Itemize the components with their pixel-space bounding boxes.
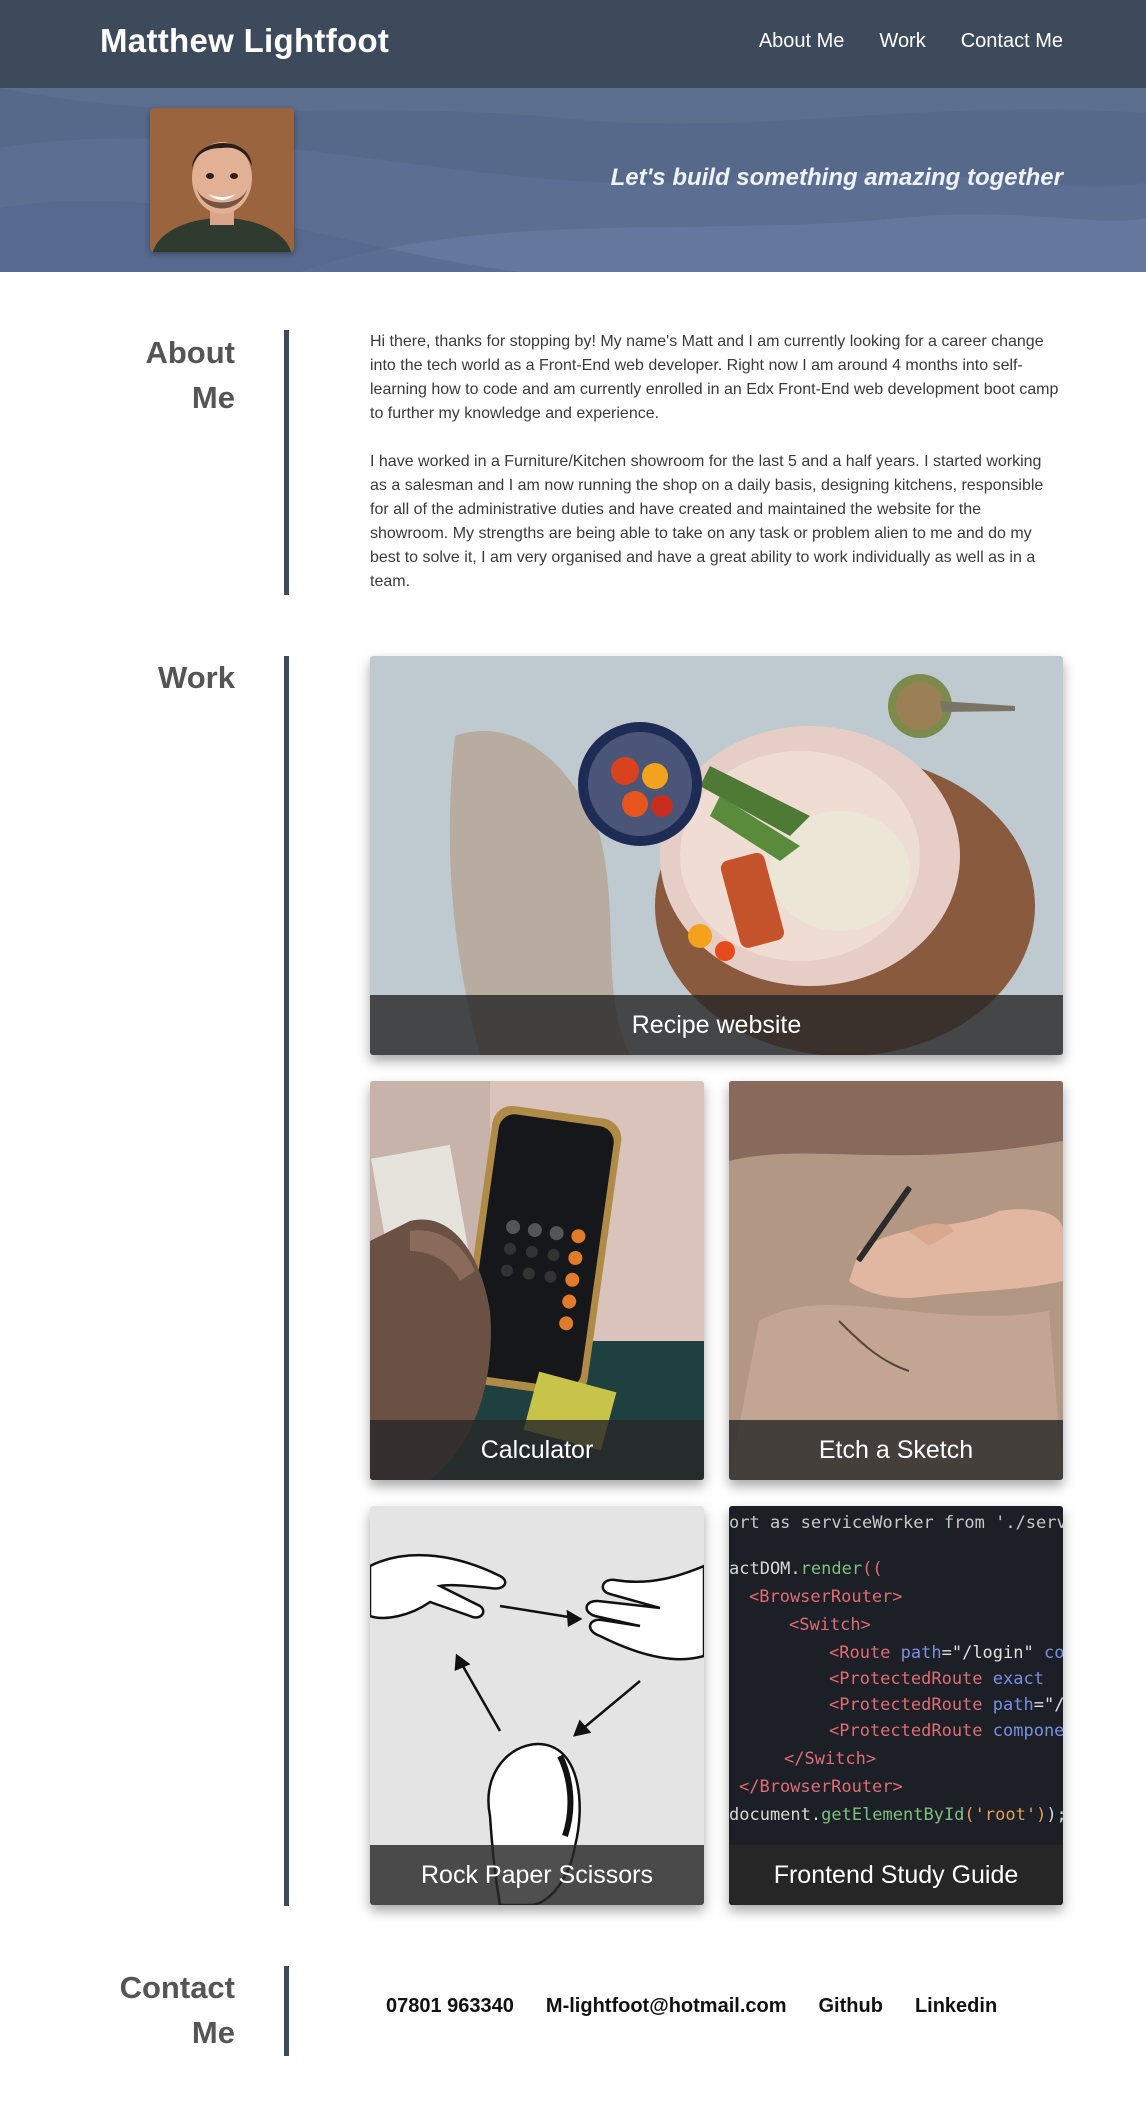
- contact-divider: [284, 1966, 289, 2056]
- nav-link-about[interactable]: About Me: [759, 30, 845, 53]
- email-link[interactable]: M-lightfoot@hotmail.com: [546, 1995, 787, 2018]
- project-label-etch-a-sketch: Etch a Sketch: [729, 1420, 1063, 1480]
- about-paragraph-2: I have worked in a Furniture/Kitchen sho…: [370, 453, 1044, 590]
- profile-photo: [150, 108, 294, 252]
- project-card-etch-a-sketch[interactable]: Etch a Sketch: [729, 1081, 1063, 1480]
- svg-text:<ProtectedRoute path="/sett: <ProtectedRoute path="/sett: [829, 1695, 1063, 1715]
- about-section-title: About Me: [95, 330, 235, 420]
- nav-link-work[interactable]: Work: [879, 30, 925, 53]
- project-card-rock-paper-scissors[interactable]: Rock Paper Scissors: [370, 1506, 704, 1905]
- svg-text:document.getElementById('root': document.getElementById('root'));: [729, 1805, 1063, 1825]
- svg-text:<Switch>: <Switch>: [789, 1615, 871, 1635]
- svg-text:<ProtectedRoute exact: <ProtectedRoute exact: [829, 1669, 1044, 1689]
- contact-title-line1: Contact: [119, 1970, 235, 2005]
- contact-section-title: Contact Me: [95, 1965, 235, 2055]
- svg-text:<BrowserRouter>: <BrowserRouter>: [749, 1587, 903, 1607]
- project-label-calculator: Calculator: [370, 1420, 704, 1480]
- about-paragraph-1: Hi there, thanks for stopping by! My nam…: [370, 333, 1059, 422]
- project-card-calculator[interactable]: Calculator: [370, 1081, 704, 1480]
- project-label-rock-paper-scissors: Rock Paper Scissors: [370, 1845, 704, 1905]
- about-divider: [284, 330, 289, 595]
- svg-text:</BrowserRouter>: </BrowserRouter>: [739, 1777, 903, 1797]
- project-card-frontend-study-guide[interactable]: ort as serviceWorker from './servi actDO…: [729, 1506, 1063, 1905]
- about-title-line1: About: [145, 335, 235, 370]
- main-nav: About Me Work Contact Me: [759, 30, 1063, 53]
- about-text: Hi there, thanks for stopping by! My nam…: [370, 330, 1060, 594]
- contact-links: 07801 963340 M-lightfoot@hotmail.com Git…: [386, 1995, 997, 2018]
- hero-banner: Let's build something amazing together: [0, 88, 1146, 272]
- svg-text:</Switch>: </Switch>: [784, 1749, 876, 1769]
- github-link[interactable]: Github: [819, 1995, 883, 2018]
- svg-text:<ProtectedRoute component: <ProtectedRoute component: [829, 1721, 1063, 1741]
- about-title-line2: Me: [191, 380, 235, 415]
- work-divider: [284, 656, 289, 1906]
- hero-tagline: Let's build something amazing together: [610, 164, 1063, 191]
- site-title[interactable]: Matthew Lightfoot: [100, 22, 389, 60]
- top-nav-bar: Matthew Lightfoot About Me Work Contact …: [0, 0, 1146, 88]
- contact-title-line2: Me: [191, 2015, 235, 2050]
- svg-text:ort as serviceWorker from './: ort as serviceWorker from './servi: [729, 1513, 1063, 1533]
- project-label-recipe: Recipe website: [370, 995, 1063, 1055]
- linkedin-link[interactable]: Linkedin: [915, 1995, 997, 2018]
- svg-text:actDOM.render((: actDOM.render((: [729, 1559, 883, 1579]
- project-label-frontend-study-guide: Frontend Study Guide: [729, 1845, 1063, 1905]
- svg-text:<Route path="/login" compo: <Route path="/login" compo: [829, 1643, 1063, 1663]
- work-section-title: Work: [158, 660, 235, 695]
- phone-link[interactable]: 07801 963340: [386, 1995, 514, 2018]
- nav-link-contact[interactable]: Contact Me: [961, 30, 1063, 53]
- project-card-recipe[interactable]: Recipe website: [370, 656, 1063, 1055]
